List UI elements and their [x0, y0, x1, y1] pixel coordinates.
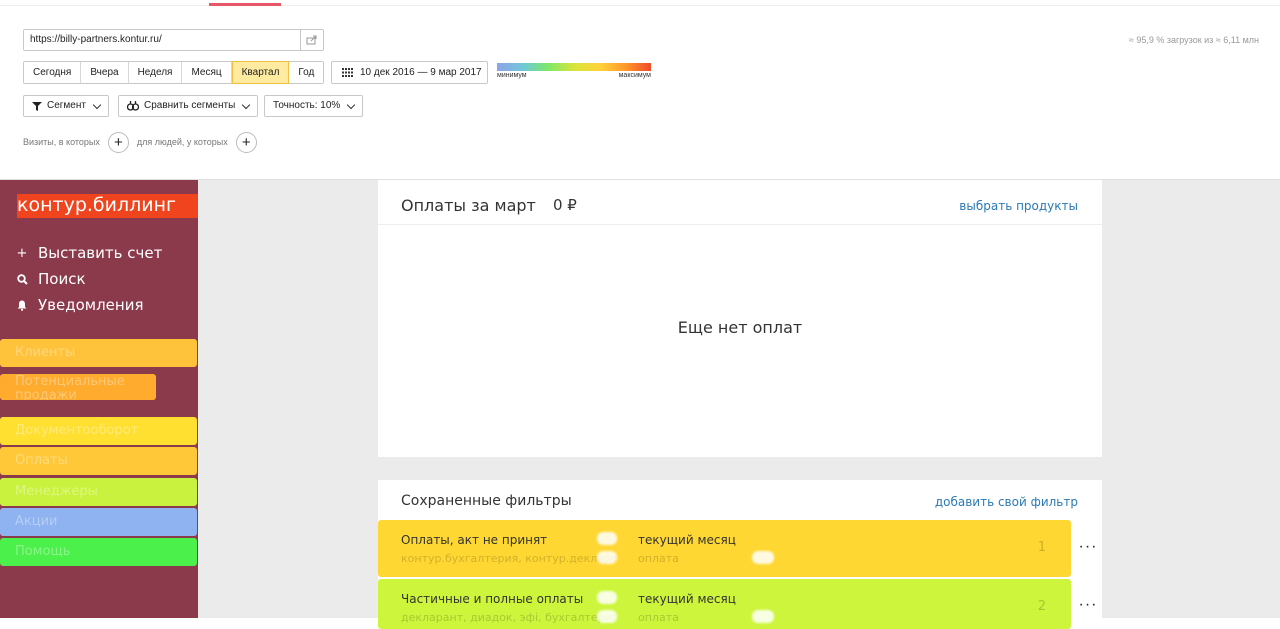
- heat-spot: [752, 610, 774, 623]
- sidebar-item-managers[interactable]: Менеджеры: [0, 478, 197, 506]
- more-options-icon[interactable]: ···: [1077, 597, 1099, 616]
- sidebar: контур.биллинг + Выставить счет Поиск Ув…: [0, 180, 198, 618]
- saved-filters-header: Сохраненные фильтры добавить свой фильтр: [378, 480, 1102, 520]
- filter-products: контур.бухгалтерия, контур.декларант: [401, 552, 616, 565]
- sidebar-item-potential-sales[interactable]: Потенциальные продажи: [0, 374, 156, 400]
- add-filter-link[interactable]: добавить свой фильтр: [935, 495, 1078, 509]
- search-action[interactable]: Поиск: [16, 269, 86, 289]
- chevron-down-icon: [347, 100, 356, 109]
- url-input[interactable]: https://billy-partners.kontur.ru/: [23, 29, 301, 51]
- people-label: для людей, у которых: [136, 137, 228, 147]
- funnel-icon: [32, 101, 42, 111]
- search-label: Поиск: [38, 270, 86, 288]
- search-icon: [16, 273, 28, 285]
- compare-segments-dropdown[interactable]: Сравнить сегменты: [118, 95, 259, 117]
- segment-dropdown[interactable]: Сегмент: [23, 95, 109, 117]
- saved-filter-item[interactable]: Оплаты, акт не принят контур.бухгалтерия…: [378, 520, 1071, 577]
- no-payments-message: Еще нет оплат: [677, 318, 803, 337]
- sidebar-item-promotions[interactable]: Акции: [0, 508, 197, 536]
- legend-min-label: минимум: [497, 72, 527, 79]
- period-quarter-button[interactable]: Квартал: [231, 61, 290, 84]
- filter-period: текущий месяц: [638, 592, 736, 606]
- page-content: контур.биллинг + Выставить счет Поиск Ув…: [0, 180, 1280, 629]
- notifications-label: Уведомления: [38, 296, 144, 314]
- sidebar-item-help[interactable]: Помощь: [0, 538, 197, 566]
- create-invoice-action[interactable]: + Выставить счет: [16, 243, 163, 263]
- heat-spot: [597, 551, 617, 564]
- logo[interactable]: контур.биллинг: [17, 194, 198, 218]
- period-month-button[interactable]: Месяц: [182, 62, 232, 83]
- chevron-down-icon: [242, 100, 251, 109]
- select-products-link[interactable]: выбрать продукты: [959, 199, 1078, 213]
- filter-name: Частичные и полные оплаты: [401, 592, 584, 606]
- filter-name: Оплаты, акт не принят: [401, 533, 548, 547]
- date-range-label: 10 дек 2016 — 9 мар 2017: [360, 67, 482, 78]
- segment-conditions: Визиты, в которых + для людей, у которых…: [23, 131, 265, 153]
- heat-spot: [752, 551, 774, 564]
- sidebar-item-documents[interactable]: Документооборот: [0, 417, 197, 445]
- period-selector: Сегодня Вчера Неделя Месяц Квартал Год: [23, 61, 325, 84]
- heat-spot: [597, 610, 617, 623]
- date-range-button[interactable]: 10 дек 2016 — 9 мар 2017: [331, 61, 488, 84]
- calendar-icon: [342, 68, 353, 77]
- active-tab-indicator: [209, 3, 281, 6]
- share-icon: [306, 35, 317, 45]
- share-button[interactable]: [300, 29, 324, 51]
- sidebar-item-payments[interactable]: Оплаты: [0, 447, 197, 475]
- accuracy-dropdown[interactable]: Точность: 10%: [264, 95, 364, 117]
- filter-count: 1: [1037, 540, 1046, 555]
- heat-spot: [597, 532, 617, 545]
- accuracy-label: Точность: 10%: [273, 100, 341, 111]
- more-options-icon[interactable]: ···: [1077, 539, 1099, 558]
- add-visit-condition-button[interactable]: +: [107, 131, 129, 153]
- period-today-button[interactable]: Сегодня: [24, 62, 82, 83]
- period-yesterday-button[interactable]: Вчера: [81, 62, 129, 83]
- notifications-action[interactable]: Уведомления: [16, 295, 143, 315]
- load-info: ≈ 95,9 % загрузок из ≈ 6,11 млн: [1128, 35, 1259, 45]
- add-people-condition-button[interactable]: +: [235, 131, 257, 153]
- period-week-button[interactable]: Неделя: [128, 62, 183, 83]
- segment-label: Сегмент: [47, 100, 86, 111]
- sidebar-item-clients[interactable]: Клиенты: [0, 339, 197, 367]
- bell-icon: [16, 300, 28, 311]
- visits-label: Визиты, в которых: [23, 137, 100, 147]
- filter-period: текущий месяц: [638, 533, 736, 547]
- chevron-down-icon: [92, 100, 102, 109]
- heat-spot: [597, 591, 617, 604]
- heatmap-toolbar: https://billy-partners.kontur.ru/ ≈ 95,9…: [0, 0, 1280, 180]
- payments-card: Оплаты за март 0 ₽ выбрать продукты Еще …: [378, 180, 1102, 457]
- compare-icon: [127, 101, 139, 111]
- plus-icon: +: [16, 245, 28, 261]
- payments-title: Оплаты за март: [401, 196, 536, 215]
- legend-gradient: [497, 63, 651, 71]
- period-year-button[interactable]: Год: [289, 62, 324, 83]
- top-divider: [0, 5, 1280, 6]
- legend-max-label: максимум: [618, 72, 651, 79]
- payments-amount: 0 ₽: [553, 196, 577, 214]
- filter-type: оплата: [638, 552, 679, 565]
- saved-filters-title: Сохраненные фильтры: [401, 493, 572, 509]
- compare-label: Сравнить сегменты: [144, 100, 236, 111]
- saved-filters-card: Сохраненные фильтры добавить свой фильтр…: [378, 480, 1102, 629]
- filter-count: 2: [1037, 599, 1046, 614]
- saved-filter-item[interactable]: Частичные и полные оплаты декларант, диа…: [378, 579, 1071, 629]
- heatmap-legend: минимум максимум: [497, 63, 651, 79]
- create-invoice-label: Выставить счет: [38, 244, 163, 262]
- payments-card-header: Оплаты за март 0 ₽ выбрать продукты: [378, 180, 1102, 225]
